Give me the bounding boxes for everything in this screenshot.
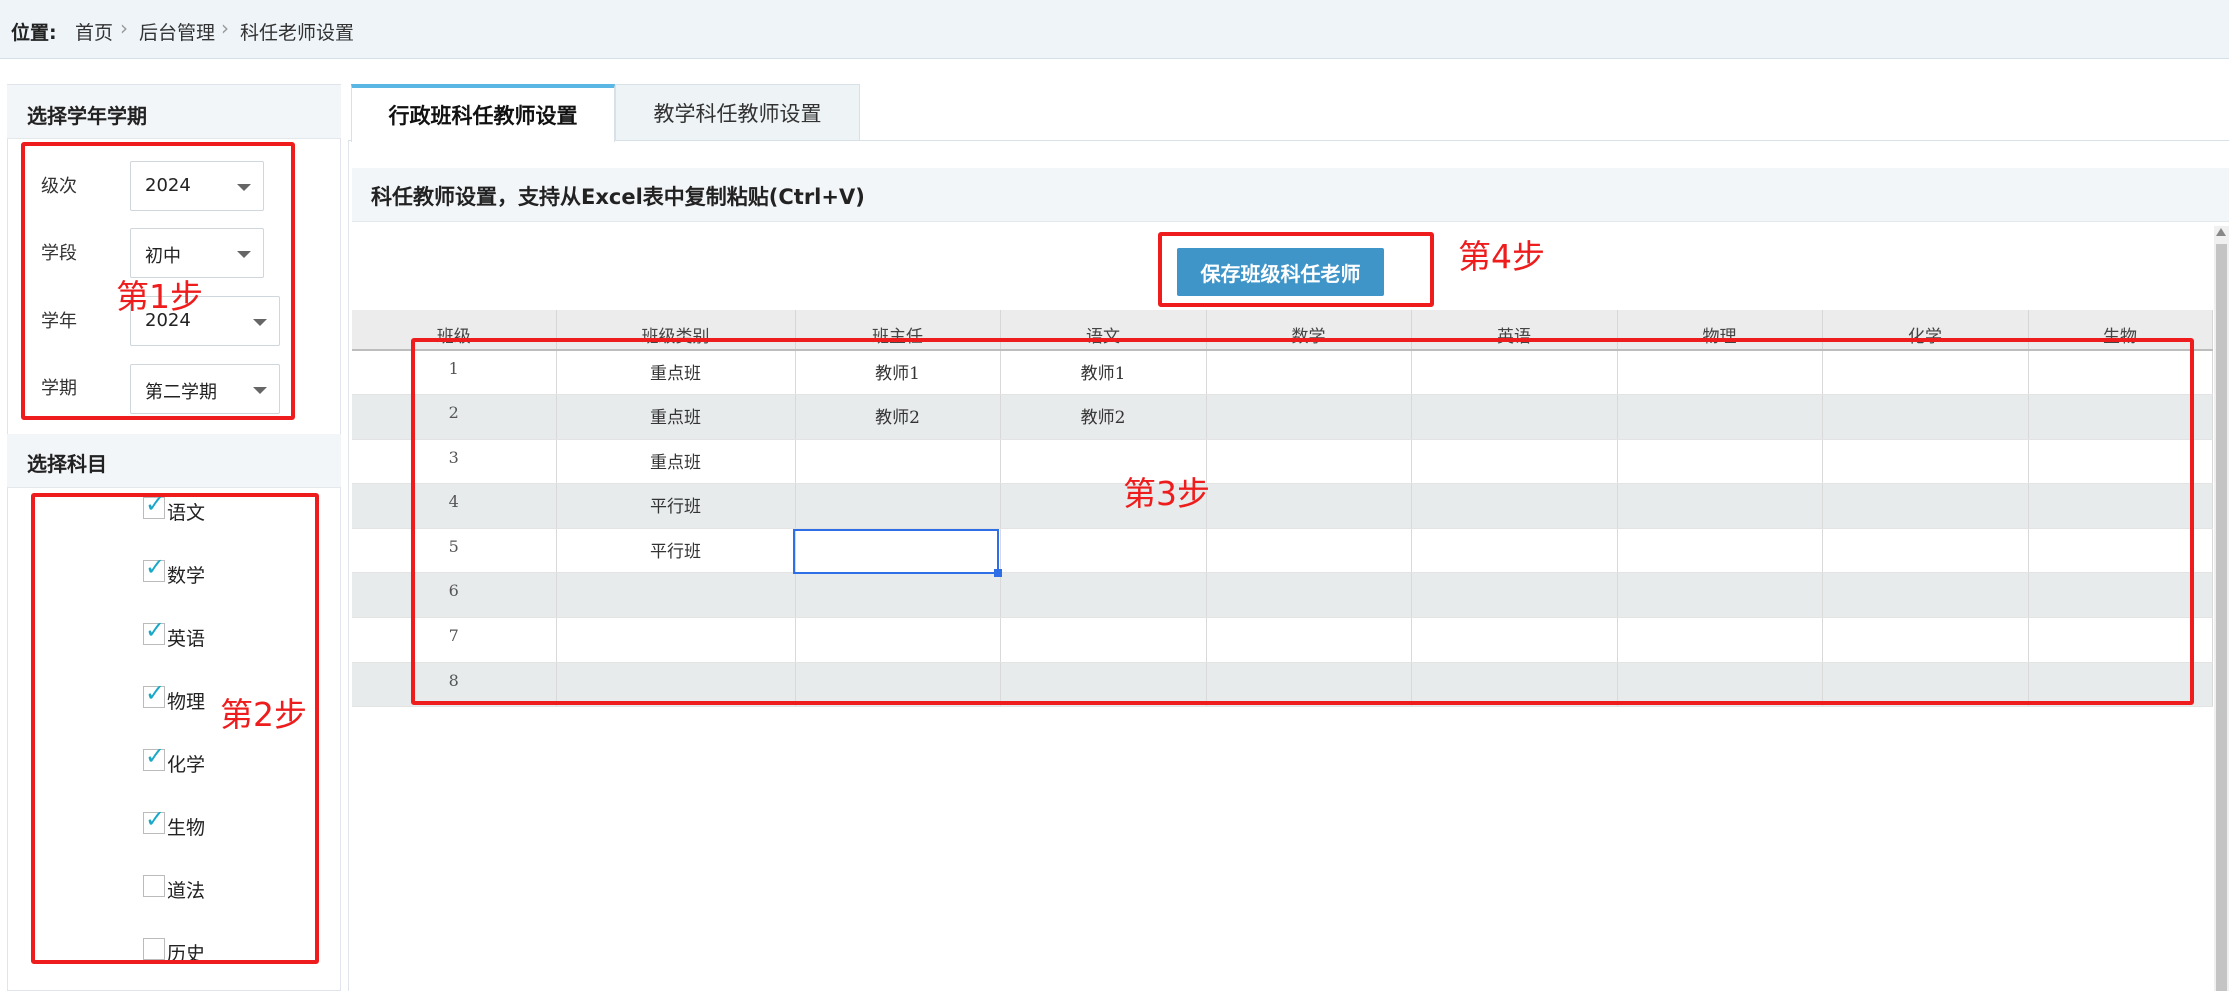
scroll-up-arrow-icon[interactable] bbox=[2216, 228, 2226, 236]
tab-class-teacher-settings[interactable]: 行政班科任教师设置 bbox=[351, 84, 615, 142]
tab-teaching-teacher-settings[interactable]: 教学科任教师设置 bbox=[615, 84, 860, 141]
scrollbar-thumb[interactable] bbox=[2216, 244, 2227, 991]
breadcrumb-item-admin[interactable]: 后台管理 bbox=[139, 18, 215, 45]
step3-highlight-box bbox=[411, 338, 2194, 705]
step4-highlight-box bbox=[1158, 232, 1434, 307]
step3-label: 第3步 bbox=[1123, 474, 1210, 513]
breadcrumb-separator-icon: › bbox=[221, 16, 229, 40]
breadcrumb-item-home[interactable]: 首页 bbox=[75, 18, 113, 45]
step4-label: 第4步 bbox=[1458, 237, 1545, 276]
term-panel-title: 选择学年学期 bbox=[27, 104, 147, 128]
section-subtitle: 科任教师设置，支持从Excel表中复制粘贴(Ctrl+V) bbox=[371, 185, 865, 209]
breadcrumb-separator-icon: › bbox=[120, 16, 128, 40]
breadcrumb-item-current: 科任老师设置 bbox=[240, 22, 355, 44]
step2-label: 第2步 bbox=[220, 695, 307, 734]
subject-panel-title: 选择科目 bbox=[27, 452, 107, 476]
breadcrumb-label: 位置: bbox=[11, 22, 57, 44]
step1-label: 第1步 bbox=[116, 277, 203, 316]
